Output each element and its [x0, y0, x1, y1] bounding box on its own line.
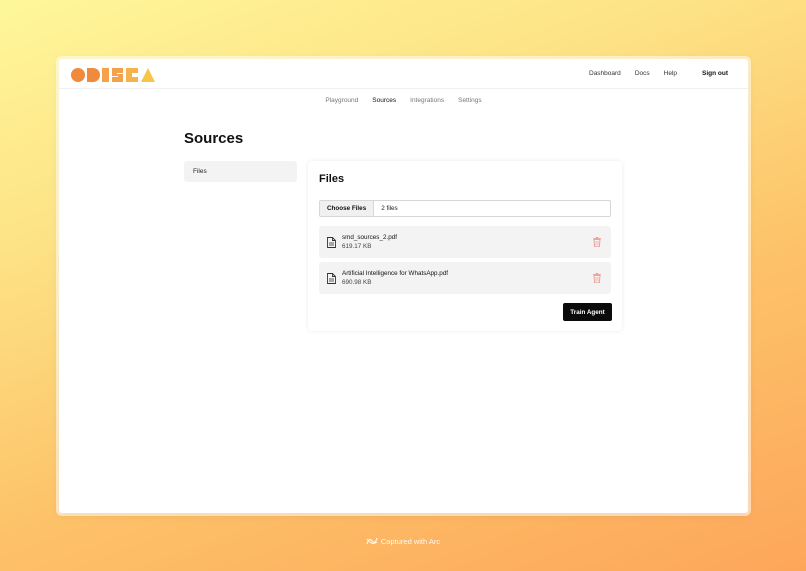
- top-nav: Dashboard Docs Help Sign out: [575, 70, 728, 77]
- document-icon: [327, 237, 336, 248]
- sidebar-item-files[interactable]: Files: [184, 161, 297, 182]
- file-input[interactable]: Choose Files 2 files: [319, 200, 611, 217]
- choose-files-button[interactable]: Choose Files: [320, 201, 375, 216]
- file-count-text: 2 files: [381, 205, 398, 212]
- document-icon: [327, 273, 336, 284]
- tab-playground[interactable]: Playground: [325, 97, 358, 104]
- browser-window: Dashboard Docs Help Sign out Playground …: [59, 59, 748, 513]
- nav-help-link[interactable]: Help: [664, 70, 677, 77]
- file-name: Artificial Intelligence for WhatsApp.pdf: [342, 270, 449, 277]
- arc-logo-icon: [366, 537, 378, 545]
- file-item: smd_sources_2.pdf 619.17 KB: [319, 226, 611, 258]
- file-size: 690.98 KB: [342, 279, 372, 286]
- nav-docs-link[interactable]: Docs: [635, 70, 650, 77]
- odisea-logo[interactable]: [71, 68, 155, 82]
- tab-integrations[interactable]: Integrations: [410, 97, 444, 104]
- file-item: Artificial Intelligence for WhatsApp.pdf…: [319, 262, 611, 294]
- trash-icon[interactable]: [593, 273, 601, 283]
- tab-settings[interactable]: Settings: [458, 97, 482, 104]
- trash-icon[interactable]: [593, 237, 601, 247]
- page-title: Sources: [184, 130, 244, 147]
- captured-text: Captured with Arc: [380, 536, 441, 546]
- file-name: smd_sources_2.pdf: [342, 234, 397, 241]
- card-title: Files: [319, 173, 345, 185]
- nav-dashboard-link[interactable]: Dashboard: [589, 70, 621, 77]
- file-size: 619.17 KB: [342, 243, 372, 250]
- train-agent-button[interactable]: Train Agent: [563, 303, 612, 321]
- top-bar: Dashboard Docs Help Sign out: [59, 59, 748, 89]
- files-card: Files Choose Files 2 files smd_sources_2…: [308, 161, 622, 331]
- captured-with-arc: Captured with Arc: [0, 536, 806, 546]
- sign-out-button[interactable]: Sign out: [702, 70, 728, 77]
- sub-nav: Playground Sources Integrations Settings: [59, 97, 748, 104]
- tab-sources[interactable]: Sources: [372, 97, 396, 104]
